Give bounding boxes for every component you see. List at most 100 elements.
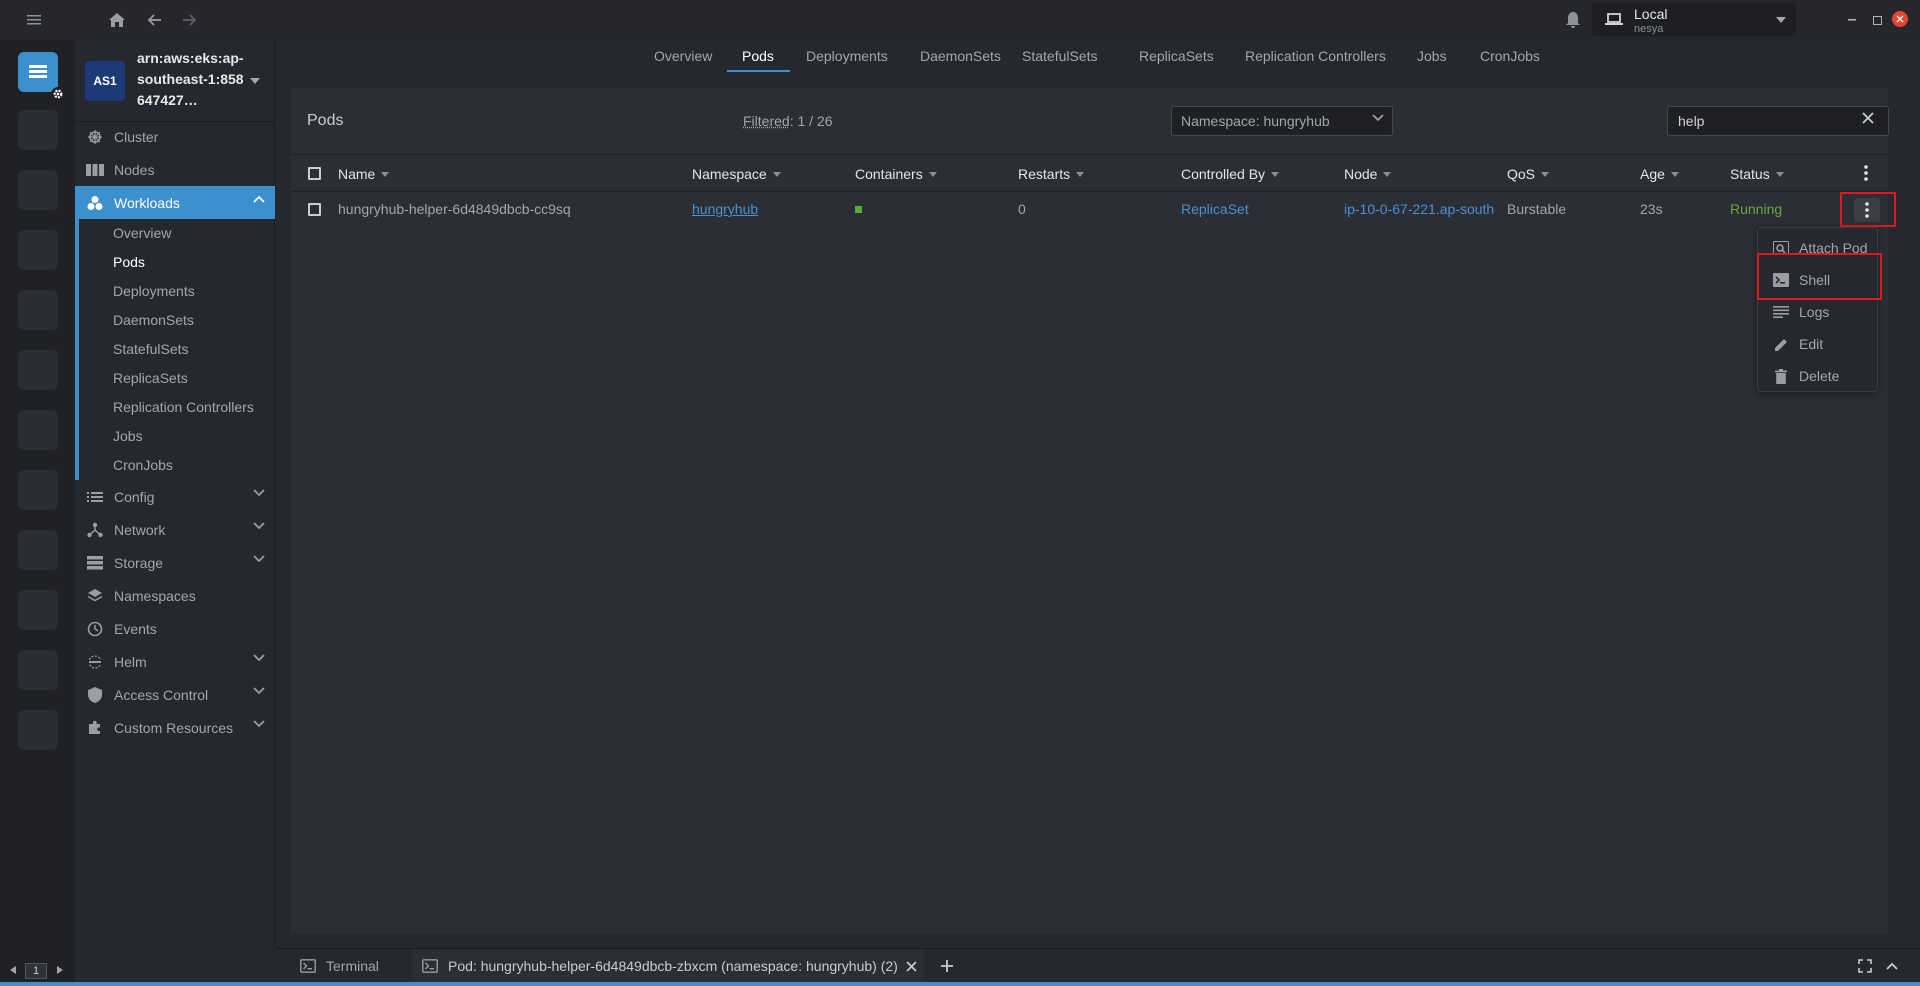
subnav-item-statefulsets[interactable]: StatefulSets [79,334,275,363]
hotbar-active-cluster[interactable] [18,52,58,92]
hotbar-slot[interactable] [18,470,58,510]
sidebar-item-access-control[interactable]: Access Control [75,678,275,711]
sidebar-item-workloads[interactable]: Workloads [75,186,275,219]
pager-next-icon[interactable] [57,966,63,974]
dock-tab-terminal[interactable]: Terminal [300,949,379,983]
hotbar-slot[interactable] [18,170,58,210]
search-input[interactable] [1667,106,1889,136]
minimize-icon[interactable] [1842,10,1862,30]
plus-icon [941,960,953,972]
close-tab-icon[interactable] [906,960,917,972]
tab-cronjobs[interactable]: CronJobs [1480,48,1540,64]
subnav-item-pods[interactable]: Pods [79,247,275,276]
subnav-item-jobs[interactable]: Jobs [79,421,275,450]
hotbar-slot[interactable] [18,590,58,630]
hotbar-slot[interactable] [18,110,58,150]
subnav-item-overview[interactable]: Overview [79,218,275,247]
subnav-item-replication-controllers[interactable]: Replication Controllers [79,392,275,421]
sidebar-item-storage[interactable]: Storage [75,546,275,579]
tab-deployments[interactable]: Deployments [806,48,888,64]
clear-search-icon[interactable] [1862,112,1874,124]
column-header-containers[interactable]: Containers [855,166,937,182]
new-tab-button[interactable] [940,949,954,983]
column-header-qos[interactable]: QoS [1507,166,1550,182]
close-window-icon[interactable] [1892,11,1908,27]
sidebar-item-events[interactable]: Events [75,612,275,645]
hotbar-slot[interactable] [18,650,58,690]
menu-item-delete[interactable]: Delete [1758,360,1877,392]
namespace-select[interactable]: Namespace: hungryhub [1171,106,1393,136]
chevron-up-icon[interactable] [1886,949,1898,983]
column-header-name[interactable]: Name [338,166,390,182]
row-checkbox[interactable] [308,203,321,216]
sidebar-item-config[interactable]: Config [75,480,275,513]
node-link[interactable]: ip-10-0-67-221.ap-south [1344,201,1494,217]
fullscreen-icon[interactable] [1858,949,1872,983]
chevron-down-icon [253,720,265,728]
maximize-icon[interactable] [1867,10,1887,30]
row-actions-button[interactable] [1854,198,1880,222]
subnav-item-deployments[interactable]: Deployments [79,276,275,305]
hotbar-slot[interactable] [18,530,58,570]
sidebar-item-helm[interactable]: Helm [75,645,275,678]
column-header-node[interactable]: Node [1344,166,1392,182]
sort-icon [1271,171,1280,177]
pager-prev-icon[interactable] [10,966,16,974]
filter-status: Filtered: 1 / 26 [743,113,833,129]
sidebar-item-namespaces[interactable]: Namespaces [75,579,275,612]
column-header-controlled-by[interactable]: Controlled By [1181,166,1280,182]
page-number[interactable]: 1 [25,963,47,979]
column-header-restarts[interactable]: Restarts [1018,166,1085,182]
column-header-status[interactable]: Status [1730,166,1784,182]
menu-icon[interactable] [23,8,47,32]
sidebar-item-label: Nodes [114,161,155,178]
tab-jobs[interactable]: Jobs [1417,48,1447,64]
hotbar-slot[interactable] [18,290,58,330]
dock-tab-pod-shell[interactable]: Pod: hungryhub-helper-6d4849dbcb-zbxcm (… [412,949,924,983]
sidebar-item-label: Helm [114,653,147,670]
sidebar-item-nodes[interactable]: Nodes [75,153,275,186]
sidebar-item-network[interactable]: Network [75,513,275,546]
select-all-checkbox[interactable] [308,167,321,180]
home-icon[interactable] [105,8,129,32]
tab-replicasets[interactable]: ReplicaSets [1139,48,1214,64]
table-row[interactable]: hungryhub-helper-6d4849dbcb-cc9sq hungry… [291,192,1888,226]
cluster-selector[interactable]: Local nesya [1592,3,1796,36]
subnav-item-daemonsets[interactable]: DaemonSets [79,305,275,334]
age-value: 23s [1640,201,1663,217]
tab-replication-controllers[interactable]: Replication Controllers [1245,48,1386,64]
hotbar-slot[interactable] [18,410,58,450]
tab-pods[interactable]: Pods [742,48,774,64]
subnav-item-cronjobs[interactable]: CronJobs [79,450,275,479]
sort-icon [1541,171,1550,177]
menu-item-attach-pod[interactable]: Attach Pod [1758,232,1877,264]
tab-statefulsets[interactable]: StatefulSets [1022,48,1098,64]
tab-overview[interactable]: Overview [654,48,712,64]
sort-icon [1670,171,1679,177]
columns-menu-icon[interactable] [1864,165,1868,181]
hotbar-slot[interactable] [18,350,58,390]
sidebar-item-cluster[interactable]: Cluster [75,120,275,153]
namespace-link[interactable]: hungryhub [692,201,758,217]
menu-item-edit[interactable]: Edit [1758,328,1877,360]
controlled-by-link[interactable]: ReplicaSet [1181,201,1249,217]
chevron-down-icon [253,654,265,662]
bell-icon[interactable] [1561,8,1585,32]
back-arrow-icon[interactable] [142,8,166,32]
hotbar-slot[interactable] [18,710,58,750]
forward-arrow-icon[interactable] [178,8,202,32]
settings-gear-icon[interactable] [51,87,65,101]
sidebar-item-custom-resources[interactable]: Custom Resources [75,711,275,744]
sort-icon [1076,171,1085,177]
cluster-avatar: AS1 [85,61,125,101]
cluster-header[interactable]: AS1 arn:aws:eks:ap-southeast-1:858647427… [75,40,275,122]
column-header-age[interactable]: Age [1640,166,1679,182]
menu-item-logs[interactable]: Logs [1758,296,1877,328]
column-header-namespace[interactable]: Namespace [692,166,781,182]
menu-item-shell[interactable]: Shell [1758,264,1877,296]
subnav-item-replicasets[interactable]: ReplicaSets [79,363,275,392]
laptop-icon [1605,13,1623,26]
hotbar-slot[interactable] [18,230,58,270]
sort-icon [1383,171,1392,177]
tab-daemonsets[interactable]: DaemonSets [920,48,1001,64]
